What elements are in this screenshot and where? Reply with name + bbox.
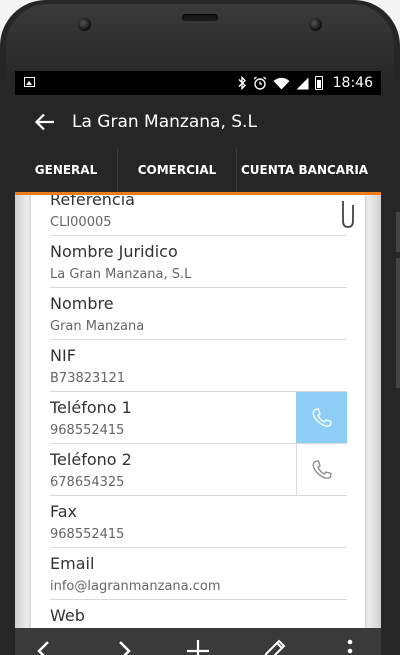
image-icon [24,77,35,87]
field-telefono-2[interactable]: Teléfono 2 678654325 [50,444,347,496]
signal-icon [296,77,309,89]
more-icon[interactable] [337,638,363,655]
field-label: NIF [50,346,76,365]
field-label: Teléfono 2 [50,450,132,469]
field-value: CLI00005 [50,215,112,230]
status-time: 18:46 [332,75,373,91]
phone-camera [309,18,322,31]
field-label: Nombre [50,294,114,313]
field-label: Nombre Juridico [50,242,178,261]
tab-comercial[interactable]: COMERCIAL [117,148,236,192]
phone-icon [312,407,332,427]
call-telefono-2-button[interactable] [296,444,347,495]
wifi-icon [273,77,290,89]
bluetooth-icon [238,76,246,90]
field-value: 968552415 [50,527,125,542]
field-email[interactable]: Email info@lagranmanzana.com [50,548,347,600]
page-title: La Gran Manzana, S.L [72,111,257,132]
tab-cuenta-bancaria[interactable]: CUENTA BANCARIA [236,148,381,192]
edit-icon[interactable] [261,638,287,655]
chevron-right-icon[interactable] [111,638,137,655]
phone-icon [312,459,332,479]
field-referencia[interactable]: Referencia CLI00005 [50,195,347,236]
field-fax[interactable]: Fax 968552415 [50,496,347,548]
phone-frame: 18:46 La Gran Manzana, S.L GENERAL COMER… [0,0,400,655]
attachment-icon[interactable] [339,199,357,229]
field-nif[interactable]: NIF B73823121 [50,340,347,392]
field-label: Teléfono 1 [50,398,132,417]
field-value: Gran Manzana [50,319,145,334]
field-value: 968552415 [50,423,125,438]
tab-general[interactable]: GENERAL [15,148,117,195]
phone-side-button [396,212,400,252]
app-bar: La Gran Manzana, S.L [15,95,381,148]
battery-icon [314,76,323,90]
call-telefono-1-button[interactable] [296,392,347,443]
field-label: Web [50,606,85,625]
bottom-toolbar [15,628,381,655]
field-label: Fax [50,502,78,521]
status-bar: 18:46 [15,71,381,95]
content-area[interactable]: Referencia CLI00005 Nombre Juridico La G… [15,195,381,655]
field-value: B73823121 [50,371,126,386]
field-value: La Gran Manzana, S.L [50,267,192,282]
screen: 18:46 La Gran Manzana, S.L GENERAL COMER… [15,71,381,655]
field-value: info@lagranmanzana.com [50,579,221,594]
phone-sensor [78,18,91,31]
alarm-icon [253,76,267,90]
phone-speaker [182,14,218,21]
field-nombre-juridico[interactable]: Nombre Juridico La Gran Manzana, S.L [50,236,347,288]
client-form-card: Referencia CLI00005 Nombre Juridico La G… [31,195,365,655]
tab-bar: GENERAL COMERCIAL CUENTA BANCARIA [15,148,381,195]
field-label: Referencia [50,195,135,209]
phone-volume-button [396,258,400,388]
field-value: 678654325 [50,475,125,490]
field-label: Email [50,554,95,573]
back-arrow-icon[interactable] [34,111,56,133]
chevron-left-icon[interactable] [31,638,57,655]
field-telefono-1[interactable]: Teléfono 1 968552415 [50,392,347,444]
field-nombre[interactable]: Nombre Gran Manzana [50,288,347,340]
add-icon[interactable] [185,638,211,655]
